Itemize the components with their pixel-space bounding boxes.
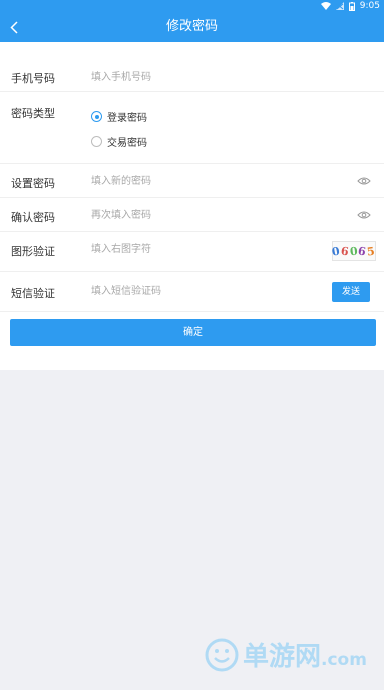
captcha-char: 5 bbox=[366, 243, 377, 259]
radio-login-password-label: 登录密码 bbox=[107, 113, 147, 124]
confirm-password-row: 确认密码 bbox=[0, 198, 384, 232]
nav-bar: 修改密码 bbox=[0, 12, 384, 42]
status-time: 9:05 bbox=[359, 1, 380, 11]
phone-label: 手机号码 bbox=[11, 72, 55, 85]
password-type-row: 密码类型 登录密码 交易密码 bbox=[0, 92, 384, 164]
captcha-input[interactable] bbox=[91, 240, 321, 258]
confirm-password-input[interactable] bbox=[91, 206, 321, 224]
radio-trade-password[interactable]: 交易密码 bbox=[91, 134, 147, 149]
watermark: 单游网.com bbox=[205, 636, 367, 673]
send-sms-button[interactable]: 发送 bbox=[332, 282, 370, 302]
smiley-logo-icon bbox=[205, 638, 239, 671]
captcha-image[interactable]: 0 6 0 6 5 bbox=[331, 241, 377, 261]
watermark-text: 单游网 bbox=[243, 642, 322, 672]
confirm-password-label: 确认密码 bbox=[11, 211, 55, 224]
battery-icon bbox=[348, 1, 355, 11]
radio-login-password[interactable]: 登录密码 bbox=[91, 109, 147, 124]
status-bar: 9:05 bbox=[0, 0, 384, 12]
new-password-row: 设置密码 bbox=[0, 164, 384, 198]
sms-label: 短信验证 bbox=[11, 287, 55, 300]
captcha-row: 图形验证 bbox=[0, 232, 384, 272]
sms-input[interactable] bbox=[91, 282, 321, 300]
captcha-label: 图形验证 bbox=[11, 245, 55, 258]
new-password-label: 设置密码 bbox=[11, 177, 55, 190]
radio-trade-password-label: 交易密码 bbox=[107, 138, 147, 149]
new-password-input[interactable] bbox=[91, 172, 321, 190]
radio-checked-icon bbox=[91, 111, 102, 122]
eye-icon[interactable] bbox=[357, 176, 371, 186]
confirm-button[interactable]: 确定 bbox=[10, 319, 376, 346]
password-type-label: 密码类型 bbox=[11, 107, 55, 120]
phone-input[interactable] bbox=[91, 68, 321, 86]
eye-icon[interactable] bbox=[357, 210, 371, 220]
sms-row: 短信验证 bbox=[0, 272, 384, 312]
signal-icon bbox=[335, 2, 344, 10]
radio-unchecked-icon bbox=[91, 136, 102, 147]
phone-row: 手机号码 bbox=[0, 42, 384, 92]
watermark-suffix: .com bbox=[321, 650, 367, 670]
wifi-icon bbox=[320, 2, 331, 10]
page-title: 修改密码 bbox=[165, 19, 218, 34]
